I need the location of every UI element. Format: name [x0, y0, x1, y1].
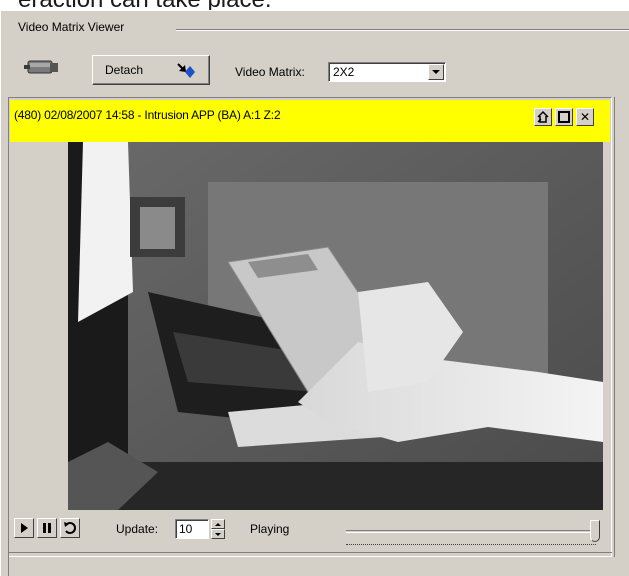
update-label: Update: [116, 522, 159, 536]
play-icon[interactable] [14, 518, 34, 538]
playback-slider[interactable] [346, 530, 596, 533]
playback-status: Playing [250, 522, 290, 536]
camera-icon [24, 60, 58, 74]
increment-icon[interactable] [211, 519, 225, 529]
maximize-icon[interactable] [555, 108, 573, 126]
playback-controls: Update: Playing [10, 514, 610, 550]
detach-arrow-icon [177, 63, 195, 78]
decrement-icon[interactable] [211, 529, 225, 539]
detach-button[interactable]: Detach [92, 55, 210, 85]
group-title: Video Matrix Viewer [18, 20, 129, 34]
slider-thumb[interactable] [590, 520, 600, 542]
side-panel-edge [614, 97, 628, 557]
bottom-status-area [8, 552, 612, 576]
pause-icon[interactable] [37, 518, 57, 538]
video-feed [68, 142, 603, 510]
slider-tick-line [346, 544, 596, 545]
close-icon[interactable]: ✕ [576, 108, 594, 126]
rewind-icon[interactable] [60, 518, 80, 538]
chevron-down-icon[interactable] [428, 64, 444, 80]
video-matrix-label: Video Matrix: [235, 65, 305, 79]
video-matrix-select[interactable]: 2X2 [328, 62, 446, 82]
detach-button-label: Detach [105, 63, 144, 77]
update-interval-stepper[interactable] [211, 519, 225, 539]
home-icon[interactable] [534, 108, 552, 126]
group-divider [176, 29, 629, 31]
camera-title: (480) 02/08/2007 14:58 - Intrusion APP (… [14, 108, 281, 122]
camera-title-bar: (480) 02/08/2007 14:58 - Intrusion APP (… [10, 100, 610, 142]
video-matrix-value: 2X2 [333, 65, 355, 79]
update-interval-input[interactable] [175, 519, 209, 539]
